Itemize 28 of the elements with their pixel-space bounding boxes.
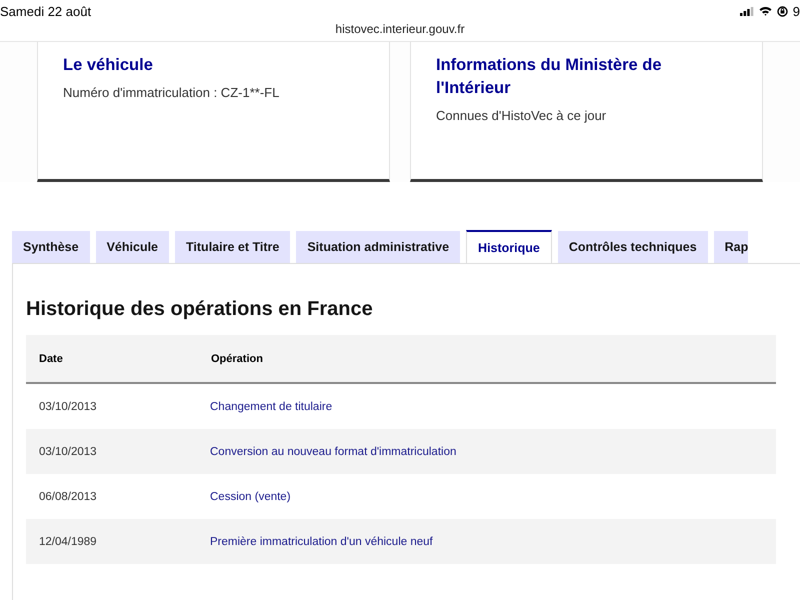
tab[interactable]: Rap (714, 231, 748, 263)
card-text: Numéro d'immatriculation : CZ-1**-FL (63, 85, 280, 100)
date-cell: 03/10/2013 (39, 400, 97, 412)
column-header: Opération (210, 335, 776, 383)
operation-link[interactable]: Conversion au nouveau format d'immatriculation (210, 446, 456, 458)
battery-percentage: 9 (792, 4, 800, 18)
tab[interactable]: Contrôles techniques (558, 231, 708, 263)
date-cell: 12/04/1989 (39, 536, 97, 548)
card-text: Connues d'HistoVec à ce jour (436, 108, 608, 123)
section-title: Historique des opérations en France (26, 298, 374, 321)
tab[interactable]: Véhicule (96, 231, 170, 263)
status-date: Samedi 22 août (0, 4, 92, 18)
column-header: Date (26, 335, 210, 383)
card-title: Informations du Ministère de l'Intérieur (436, 55, 663, 99)
signal-icon (740, 6, 754, 16)
date-cell: 03/10/2013 (39, 446, 97, 458)
rotation-lock-icon (776, 6, 788, 16)
address-bar-url[interactable]: histovec.interieur.gouv.fr (335, 22, 465, 36)
wifi-icon (758, 6, 772, 16)
date-cell: 06/08/2013 (39, 490, 97, 502)
operation-link[interactable]: Changement de titulaire (210, 400, 332, 412)
tab[interactable]: Synthèse (12, 231, 90, 263)
tab[interactable]: Titulaire et Titre (175, 231, 290, 263)
operation-link[interactable]: Cession (vente) (210, 490, 291, 502)
tab[interactable]: Historique (466, 230, 552, 263)
operation-link[interactable]: Première immatriculation d'un véhicule neuf (210, 536, 433, 548)
tab[interactable]: Situation administrative (296, 231, 460, 263)
card-title: Le véhicule (63, 55, 154, 76)
